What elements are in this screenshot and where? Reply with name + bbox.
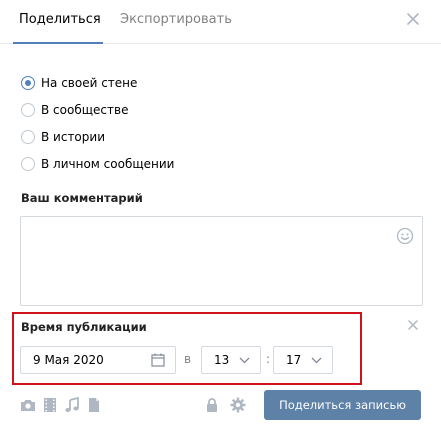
tab-export[interactable]: Экспортировать — [120, 12, 232, 27]
radio-private-message[interactable]: В личном сообщении — [21, 156, 261, 174]
radio-button[interactable] — [21, 157, 35, 171]
music-icon[interactable] — [64, 397, 80, 413]
time-separator: : — [266, 352, 271, 366]
radio-own-wall[interactable]: На своей стене — [21, 75, 261, 93]
radio-label: В сообществе — [41, 103, 129, 117]
share-post-button[interactable]: Поделиться записью — [264, 390, 421, 420]
hour-value: 13 — [214, 353, 230, 367]
camera-icon[interactable] — [20, 397, 36, 413]
radio-button[interactable] — [21, 76, 35, 90]
radio-button[interactable] — [21, 130, 35, 144]
minute-select[interactable]: 17 — [273, 346, 333, 374]
calendar-icon[interactable] — [151, 353, 165, 367]
at-label: в — [184, 352, 192, 366]
radio-label: В истории — [41, 130, 105, 144]
tab-share[interactable]: Поделиться — [19, 12, 101, 27]
smiley-icon[interactable] — [396, 227, 414, 245]
gear-icon[interactable] — [230, 397, 246, 413]
close-icon[interactable] — [405, 11, 421, 27]
tabs-header: Поделиться Экспортировать — [0, 0, 441, 44]
publish-time-title: Время публикации — [21, 320, 147, 334]
lock-icon[interactable] — [204, 397, 220, 413]
radio-story[interactable]: В истории — [21, 129, 261, 147]
radio-button[interactable] — [21, 103, 35, 117]
chevron-down-icon — [239, 357, 250, 364]
radio-label: В личном сообщении — [41, 157, 175, 171]
radio-label: На своей стене — [41, 76, 138, 90]
document-icon[interactable] — [86, 397, 102, 413]
active-tab-indicator — [13, 42, 103, 44]
hour-select[interactable]: 13 — [201, 346, 261, 374]
date-picker[interactable]: 9 Мая 2020 — [20, 346, 176, 374]
comment-input[interactable] — [20, 216, 423, 306]
chevron-down-icon — [311, 357, 322, 364]
video-icon[interactable] — [42, 397, 58, 413]
radio-community[interactable]: В сообществе — [21, 102, 261, 120]
comment-title: Ваш комментарий — [21, 191, 143, 205]
close-icon[interactable] — [407, 319, 419, 331]
date-value: 9 Мая 2020 — [33, 353, 104, 367]
minute-value: 17 — [286, 353, 302, 367]
